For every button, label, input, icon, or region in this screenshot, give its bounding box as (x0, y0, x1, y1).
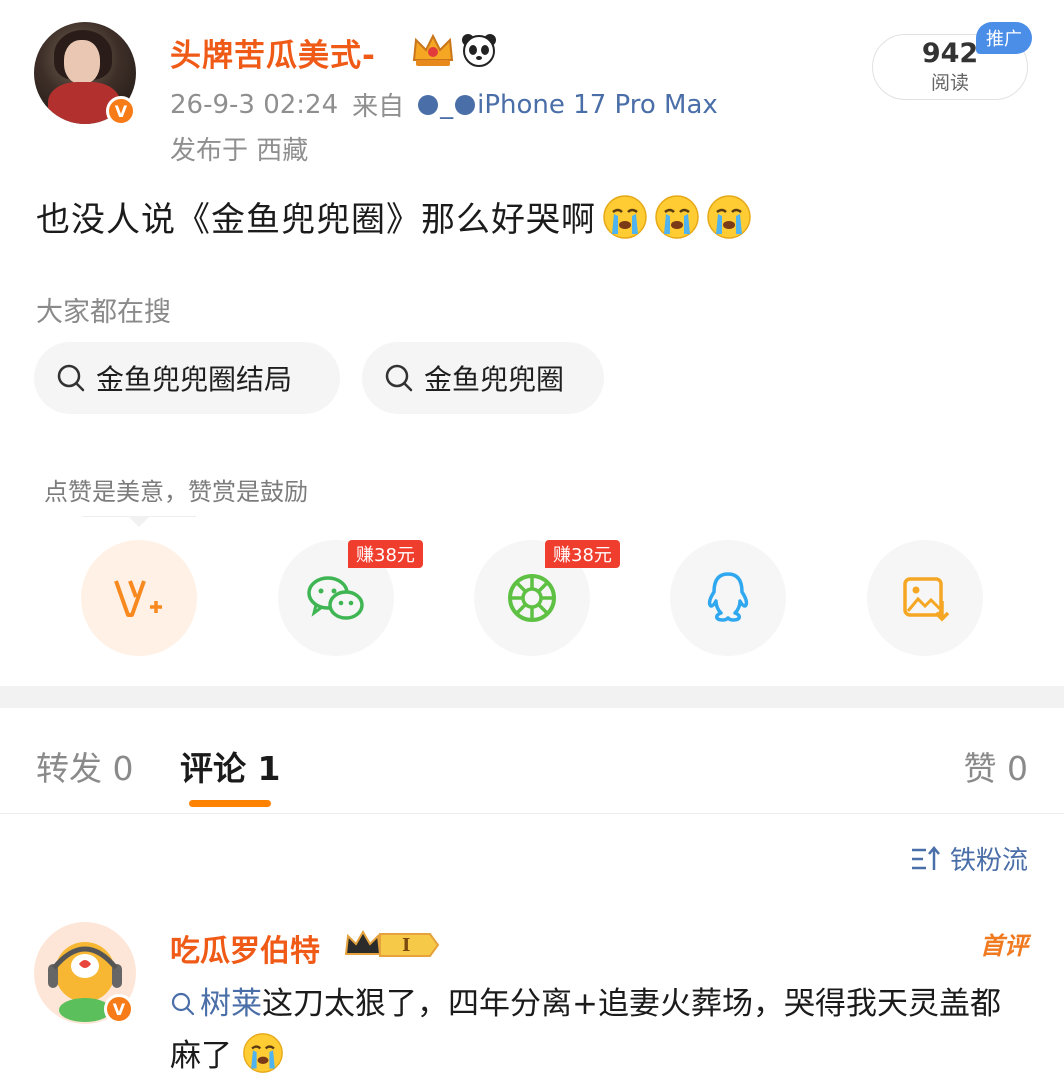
post-source[interactable]: 来自 (352, 86, 404, 123)
sort-icon (911, 845, 940, 870)
search-chip-label: 金鱼兜兜圈结局 (96, 363, 293, 396)
search-icon (57, 364, 85, 392)
post-meta: 26-9-3 02:24 来自 _ iPhone 17 Pro Max (170, 86, 718, 123)
moments-icon (508, 574, 556, 622)
panda-icon (462, 34, 496, 67)
fan-level-text: I (402, 935, 410, 956)
fan-level-badge: I (344, 926, 440, 964)
sort-button[interactable]: 铁粉流 (910, 840, 1028, 877)
promo-badge: 推广 (976, 22, 1032, 54)
sort-label: 铁粉流 (949, 846, 1028, 876)
save-image-button[interactable] (867, 540, 983, 656)
device-name: iPhone 17 Pro Max (477, 89, 718, 120)
save-image-icon (903, 577, 950, 622)
wechat-icon (307, 576, 364, 620)
tab-comment[interactable]: 评论 1 (180, 742, 280, 790)
reward-button[interactable] (81, 540, 197, 656)
reward-icon (114, 580, 162, 617)
crown-level-icon: I (344, 930, 440, 957)
source-device-separator: _ (440, 89, 454, 120)
device-source[interactable]: _ iPhone 17 Pro Max (418, 90, 718, 120)
tabs-divider (0, 813, 1064, 814)
earn-badge: 赚38元 (348, 540, 423, 568)
post-location: 发布于 西藏 (170, 136, 309, 166)
post-username[interactable]: 头牌苦瓜美式- (170, 30, 376, 75)
tab-repost[interactable]: 转发 0 (36, 742, 134, 790)
first-comment-badge: 首评 (980, 932, 1028, 960)
crying-emoji-icon (655, 194, 699, 239)
verified-icon: V (106, 96, 136, 126)
search-chip[interactable]: 金鱼兜兜圈 (362, 342, 604, 414)
avatar-face (64, 40, 100, 84)
crown-icon (412, 33, 454, 66)
tooltip-arrow (128, 516, 150, 527)
section-divider (0, 686, 1064, 708)
read-label: 阅读 (930, 71, 969, 94)
comment-text-block: 树莱这刀太狠了，四年分离+追妻火葬场，哭得我天灵盖都麻了 (170, 978, 1030, 1080)
search-chip[interactable]: 金鱼兜兜圈结局 (34, 342, 340, 414)
search-icon (385, 364, 413, 392)
read-count: 942 (921, 37, 979, 69)
post-text: 也没人说《金鱼兜兜圈》那么好哭啊 (36, 200, 596, 240)
commenter-name[interactable]: 吃瓜罗伯特 (170, 926, 320, 970)
search-chip-label: 金鱼兜兜圈 (424, 363, 565, 396)
qq-icon (707, 572, 749, 622)
post-time: 26-9-3 02:24 (170, 89, 339, 120)
trending-search-title: 大家都在搜 (36, 297, 171, 328)
dot-icon (418, 94, 439, 115)
tab-active-indicator (189, 800, 271, 807)
search-icon (171, 992, 195, 1016)
crying-emoji-icon (603, 194, 647, 239)
share-qq-button[interactable] (670, 540, 786, 656)
source-prefix: 来自 (352, 92, 405, 122)
verified-icon: V (104, 994, 134, 1024)
crying-emoji-icon (243, 1033, 283, 1073)
post-content: 也没人说《金鱼兜兜圈》那么好哭啊 (36, 192, 752, 241)
tab-like[interactable]: 赞 0 (964, 742, 1029, 790)
earn-badge: 赚38元 (545, 540, 620, 568)
reward-tooltip: 点赞是美意，赞赏是鼓励 (44, 478, 308, 506)
comment-text: 这刀太狠了，四年分离+追妻火葬场，哭得我天灵盖都麻了 (170, 986, 1001, 1074)
crying-emoji-icon (707, 194, 751, 239)
topic-link[interactable]: 树莱 (200, 986, 262, 1022)
dot-icon (455, 94, 476, 115)
